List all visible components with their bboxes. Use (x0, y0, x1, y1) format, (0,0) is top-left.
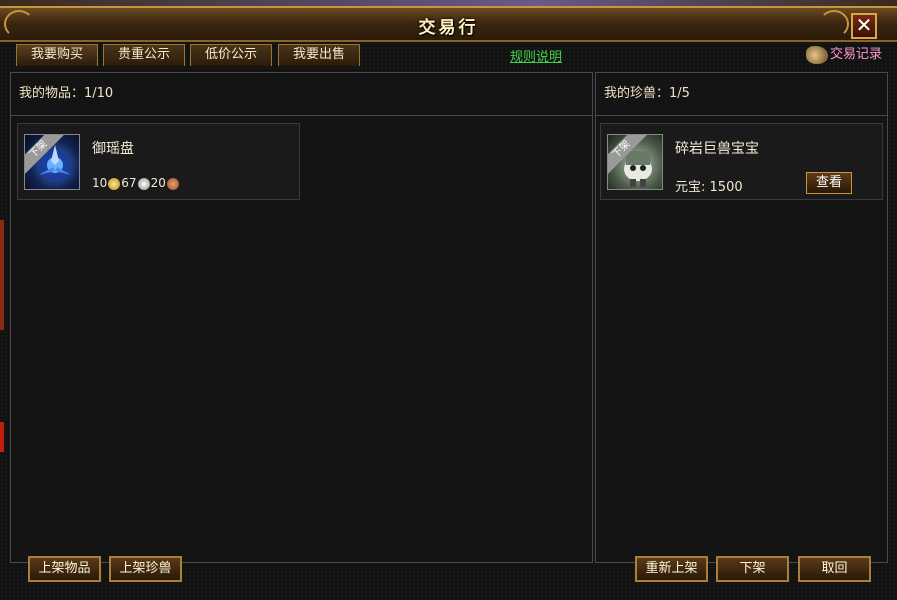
pet-price-value: 1500 (709, 180, 743, 195)
tab-valuable-notice[interactable]: 贵重公示 (103, 44, 185, 66)
gold-amount: 10 (92, 176, 108, 190)
trade-panel: 我要购买 贵重公示 低价公示 我要出售 规则说明 交易记录 我的物品：1/10 … (0, 42, 897, 600)
item-card[interactable]: 下架 御瑶盘 10 67 20 (17, 123, 300, 200)
title-ornament-right (819, 10, 849, 38)
gold-coin-icon (108, 177, 121, 190)
my-pets-header: 我的珍兽：1/5 (596, 73, 887, 116)
list-item-button[interactable]: 上架物品 (28, 556, 101, 582)
trade-log-button[interactable]: 交易记录 (805, 44, 882, 66)
item-price: 10 67 20 (92, 176, 180, 190)
side-accent-bar (0, 422, 4, 452)
copper-coin-icon (166, 177, 179, 190)
pet-card[interactable]: 下架 碎岩巨兽宝宝 元宝: 1500 查看 (600, 123, 883, 200)
retrieve-button[interactable]: 取回 (798, 556, 871, 582)
relist-button[interactable]: 重新上架 (635, 556, 708, 582)
pet-name: 碎岩巨兽宝宝 (675, 141, 759, 157)
copper-amount: 20 (150, 176, 166, 190)
pet-price-label: 元宝: (675, 180, 706, 195)
window-title: 交易行 (418, 18, 479, 38)
item-icon[interactable]: 下架 (24, 134, 80, 190)
tab-lowprice-notice[interactable]: 低价公示 (190, 44, 272, 66)
pet-price: 元宝: 1500 (675, 176, 743, 195)
my-items-section: 我的物品：1/10 下架 御瑶盘 10 67 20 (10, 72, 593, 563)
side-accent-bar (0, 220, 4, 330)
my-pets-section: 我的珍兽：1/5 下架 碎岩巨兽宝宝 元宝: 1500 查看 (595, 72, 888, 563)
tab-sell[interactable]: 我要出售 (278, 44, 360, 66)
item-name: 御瑶盘 (92, 141, 134, 157)
rules-link[interactable]: 规则说明 (510, 46, 562, 65)
delist-button[interactable]: 下架 (716, 556, 789, 582)
pet-icon[interactable]: 下架 (607, 134, 663, 190)
silver-amount: 67 (121, 176, 137, 190)
list-pet-button[interactable]: 上架珍兽 (109, 556, 182, 582)
my-items-header: 我的物品：1/10 (11, 73, 592, 116)
scroll-icon (805, 45, 828, 64)
trade-log-label: 交易记录 (829, 47, 882, 62)
view-pet-button[interactable]: 查看 (806, 172, 852, 194)
window-title-bar: 交易行 ✕ (0, 6, 897, 42)
tab-buy[interactable]: 我要购买 (16, 44, 98, 66)
silver-coin-icon (137, 177, 150, 190)
close-button[interactable]: ✕ (851, 13, 877, 39)
